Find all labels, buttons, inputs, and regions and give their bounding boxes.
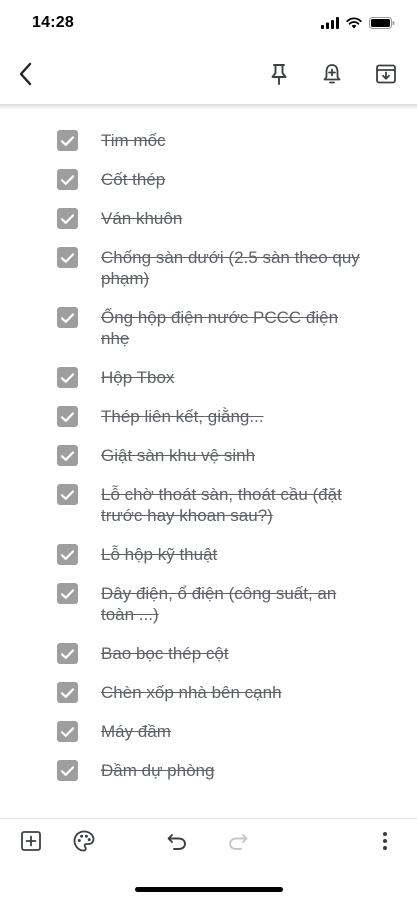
checked-checkbox-icon[interactable] <box>57 367 78 388</box>
checked-checkbox-icon[interactable] <box>57 583 78 604</box>
checklist-item[interactable]: Lỗ chờ thoát sàn, thoát cầu (đặt trước h… <box>0 474 417 534</box>
cellular-signal-icon <box>321 16 339 34</box>
checklist-item-text[interactable]: Hộp Tbox <box>101 357 366 396</box>
checklist-item-text[interactable]: Lỗ chờ thoát sàn, thoát cầu (đặt trước h… <box>101 474 366 534</box>
checklist-item[interactable]: Cốt thép <box>0 159 417 198</box>
checked-checkbox-icon[interactable] <box>57 208 78 229</box>
checklist-item[interactable]: Bao bọc thép cột <box>0 633 417 672</box>
checked-checkbox-icon[interactable] <box>57 445 78 466</box>
checklist-item[interactable]: Thép liên kết, giằng... <box>0 396 417 435</box>
checked-checkbox-icon[interactable] <box>57 760 78 781</box>
checked-checkbox-icon[interactable] <box>57 130 78 151</box>
toolbar-shadow <box>0 104 417 110</box>
checklist-item[interactable]: Giật sàn khu vệ sinh <box>0 435 417 474</box>
checklist-item[interactable]: Hộp Tbox <box>0 357 417 396</box>
bell-add-icon <box>321 62 343 91</box>
checklist-item-text[interactable]: Ván khuôn <box>101 198 366 237</box>
checklist-item-text[interactable]: Bao bọc thép cột <box>101 633 366 672</box>
checklist-item-text[interactable]: Máy đầm <box>101 711 366 750</box>
redo-icon <box>227 831 249 856</box>
checklist-item[interactable]: Ván khuôn <box>0 198 417 237</box>
checklist-item-text[interactable]: Dây điện, ổ điện (công suất, an toàn ...… <box>101 573 366 633</box>
checklist-item-text[interactable]: Giật sàn khu vệ sinh <box>101 435 366 474</box>
checklist-item[interactable]: Máy đầm <box>0 711 417 750</box>
status-bar: 14:28 <box>0 0 417 48</box>
checked-checkbox-icon[interactable] <box>57 484 78 505</box>
chevron-left-icon <box>16 62 36 91</box>
undo-icon <box>166 831 188 856</box>
checked-checkbox-icon[interactable] <box>57 682 78 703</box>
archive-icon <box>375 63 397 90</box>
checklist: Tim mốc Cốt thép Ván khuôn Chống sàn dướ… <box>0 120 417 789</box>
checklist-item[interactable]: Đầm dự phòng <box>0 750 417 789</box>
checklist-item[interactable]: Lỗ hộp kỹ thuật <box>0 534 417 573</box>
checked-checkbox-icon[interactable] <box>57 643 78 664</box>
checklist-item-text[interactable]: Chống sàn dưới (2.5 sàn theo quy phạm) <box>101 237 366 297</box>
checklist-item[interactable]: Ống hộp điện nước PCCC điện nhẹ <box>0 297 417 357</box>
checklist-item[interactable]: Chống sàn dưới (2.5 sàn theo quy phạm) <box>0 237 417 297</box>
status-time: 14:28 <box>32 14 74 31</box>
checklist-item-text[interactable]: Cốt thép <box>101 159 366 198</box>
checked-checkbox-icon[interactable] <box>57 307 78 328</box>
note-toolbar <box>0 48 417 106</box>
checklist-item-text[interactable]: Lỗ hộp kỹ thuật <box>101 534 366 573</box>
checklist-item-text[interactable]: Thép liên kết, giằng... <box>101 396 366 435</box>
checklist-item-text[interactable]: Đầm dự phòng <box>101 750 366 789</box>
checked-checkbox-icon[interactable] <box>57 544 78 565</box>
checked-checkbox-icon[interactable] <box>57 169 78 190</box>
pin-button[interactable] <box>263 60 295 92</box>
more-options-button[interactable] <box>369 827 401 859</box>
reminder-button[interactable] <box>316 60 348 92</box>
more-vert-icon <box>382 831 388 856</box>
checklist-item[interactable]: Tim mốc <box>0 120 417 159</box>
add-box-icon <box>20 830 42 857</box>
checklist-item[interactable]: Chèn xốp nhà bên cạnh <box>0 672 417 711</box>
add-button[interactable] <box>15 827 47 859</box>
checklist-item-text[interactable]: Tim mốc <box>101 120 366 159</box>
checklist-item-text[interactable]: Ống hộp điện nước PCCC điện nhẹ <box>101 297 366 357</box>
wifi-icon <box>346 16 362 34</box>
checked-checkbox-icon[interactable] <box>57 406 78 427</box>
status-icons <box>321 16 395 34</box>
battery-icon <box>369 16 395 34</box>
checklist-item[interactable]: Dây điện, ổ điện (công suất, an toàn ...… <box>0 573 417 633</box>
pin-icon <box>268 62 290 91</box>
checked-checkbox-icon[interactable] <box>57 721 78 742</box>
palette-button[interactable] <box>68 827 100 859</box>
redo-button[interactable] <box>222 827 254 859</box>
archive-button[interactable] <box>370 60 402 92</box>
checked-checkbox-icon[interactable] <box>57 247 78 268</box>
palette-icon <box>72 829 96 858</box>
checklist-item-text[interactable]: Chèn xốp nhà bên cạnh <box>101 672 366 711</box>
undo-button[interactable] <box>161 827 193 859</box>
bottom-bar <box>0 818 417 868</box>
home-indicator <box>135 887 283 892</box>
back-button[interactable] <box>10 60 42 92</box>
